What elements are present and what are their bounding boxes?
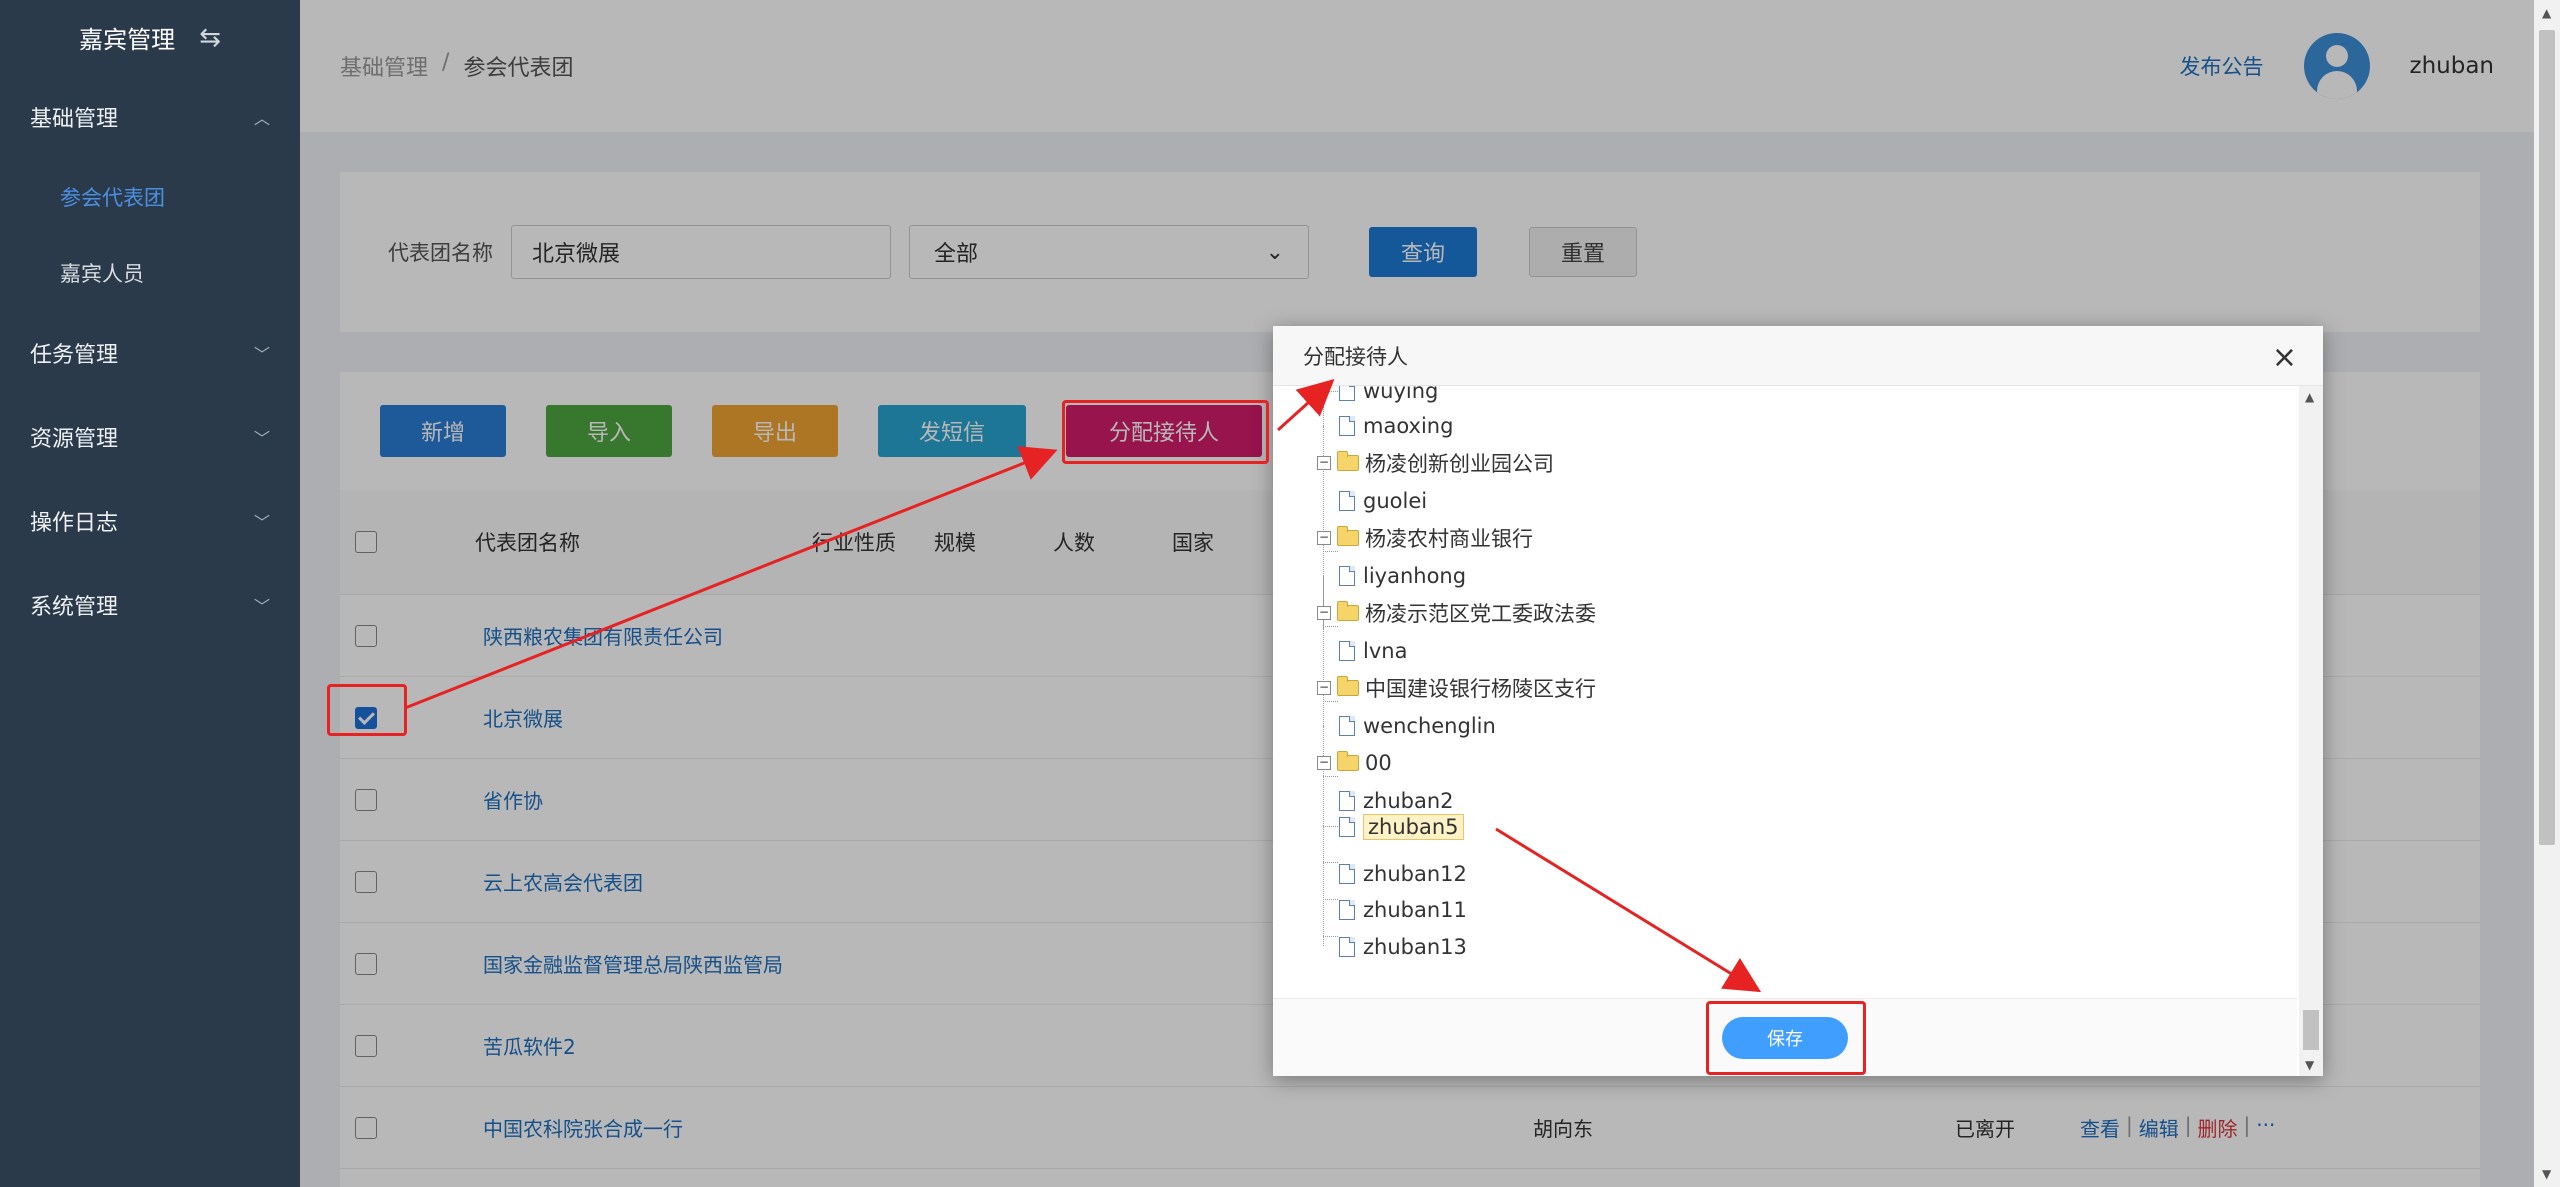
annotation-arrows	[404, 378, 1762, 993]
arrow-selection-to-save	[1495, 827, 1762, 993]
arrow-checkbox-to-assign	[404, 446, 1058, 710]
arrow-assign-to-dialog	[1276, 378, 1335, 432]
